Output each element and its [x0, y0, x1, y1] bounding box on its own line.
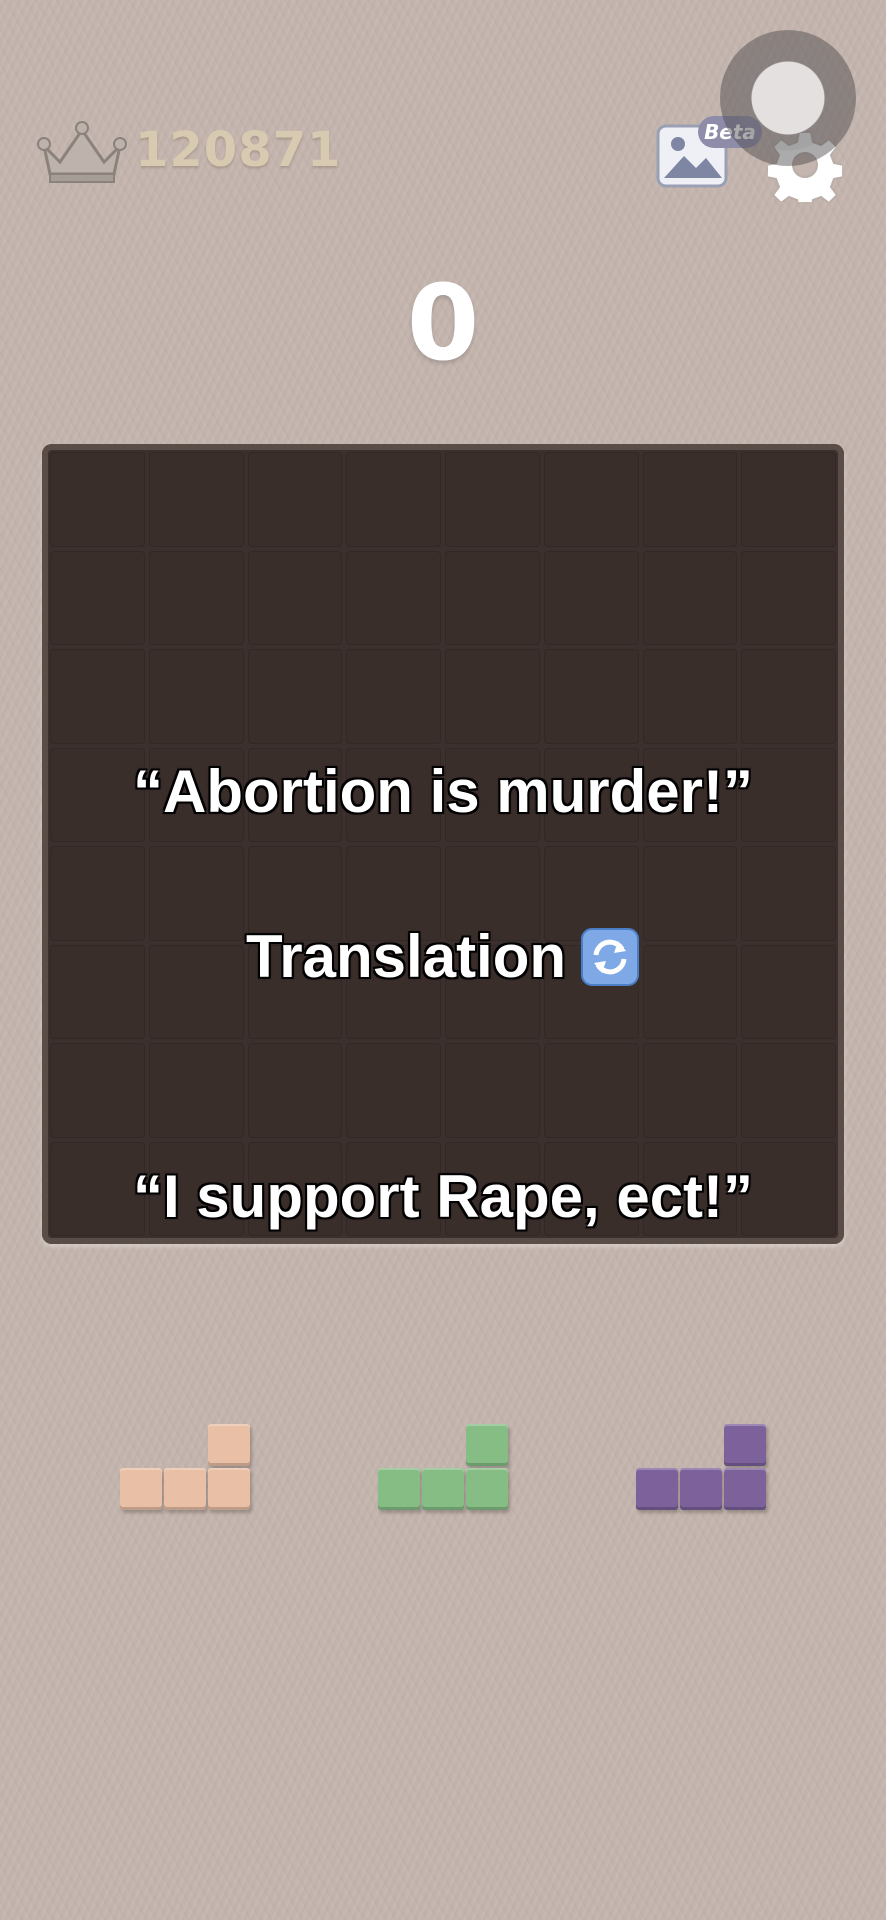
piece-block	[422, 1468, 464, 1510]
board-cell	[148, 1043, 244, 1138]
caption-line-2: Translation	[0, 922, 886, 991]
board-cell	[445, 649, 540, 744]
piece-block	[466, 1468, 508, 1510]
board-cell	[445, 452, 540, 547]
piece-block	[208, 1468, 250, 1510]
board-cell	[247, 649, 343, 744]
board-cell	[642, 550, 738, 645]
board-cell	[346, 452, 441, 547]
board-cell	[642, 649, 738, 744]
board-cell	[148, 649, 244, 744]
board-cell	[346, 1043, 441, 1138]
board-cell	[741, 452, 836, 547]
best-score: 120871	[135, 122, 342, 178]
top-bar: 120871 Beta	[0, 0, 886, 202]
purple-l-piece[interactable]	[636, 1424, 768, 1512]
board-cell	[247, 452, 343, 547]
caption-line-2-text: Translation	[245, 923, 567, 990]
crown-icon	[37, 121, 127, 183]
assistive-touch-button[interactable]	[720, 30, 856, 166]
refresh-icon	[581, 928, 640, 986]
board-cell	[247, 1043, 343, 1138]
board-cell	[50, 649, 145, 744]
board-cell	[148, 452, 244, 547]
current-score: 0	[406, 262, 480, 384]
board-cell	[346, 550, 441, 645]
board-cell	[445, 550, 540, 645]
caption-line-3: “I support Rape, ect!”	[132, 1163, 754, 1230]
board-cell	[741, 1043, 836, 1138]
piece-block	[378, 1468, 420, 1510]
board-cell	[247, 550, 343, 645]
piece-block	[724, 1424, 766, 1466]
peach-l-piece[interactable]	[120, 1424, 252, 1512]
board-cell	[543, 550, 639, 645]
board-cell	[50, 550, 145, 645]
caption-line-1: “Abortion is murder!”	[132, 758, 753, 825]
piece-block	[208, 1424, 250, 1466]
piece-block	[636, 1468, 678, 1510]
piece-block	[164, 1468, 206, 1510]
piece-block	[466, 1424, 508, 1466]
game-board[interactable]	[42, 444, 844, 1244]
piece-block	[724, 1468, 766, 1510]
board-cell	[642, 1043, 738, 1138]
board-cell	[543, 649, 639, 744]
board-cell	[445, 1043, 540, 1138]
board-cell	[543, 1043, 639, 1138]
board-cell	[543, 452, 639, 547]
piece-block	[120, 1468, 162, 1510]
piece-block	[680, 1468, 722, 1510]
board-cell	[148, 550, 244, 645]
green-l-piece[interactable]	[378, 1424, 510, 1512]
board-cell	[642, 452, 738, 547]
board-cell	[346, 649, 441, 744]
board-grid	[50, 452, 836, 1236]
board-cell	[50, 1043, 145, 1138]
board-cell	[50, 452, 145, 547]
board-cell	[741, 550, 836, 645]
board-cell	[741, 649, 836, 744]
